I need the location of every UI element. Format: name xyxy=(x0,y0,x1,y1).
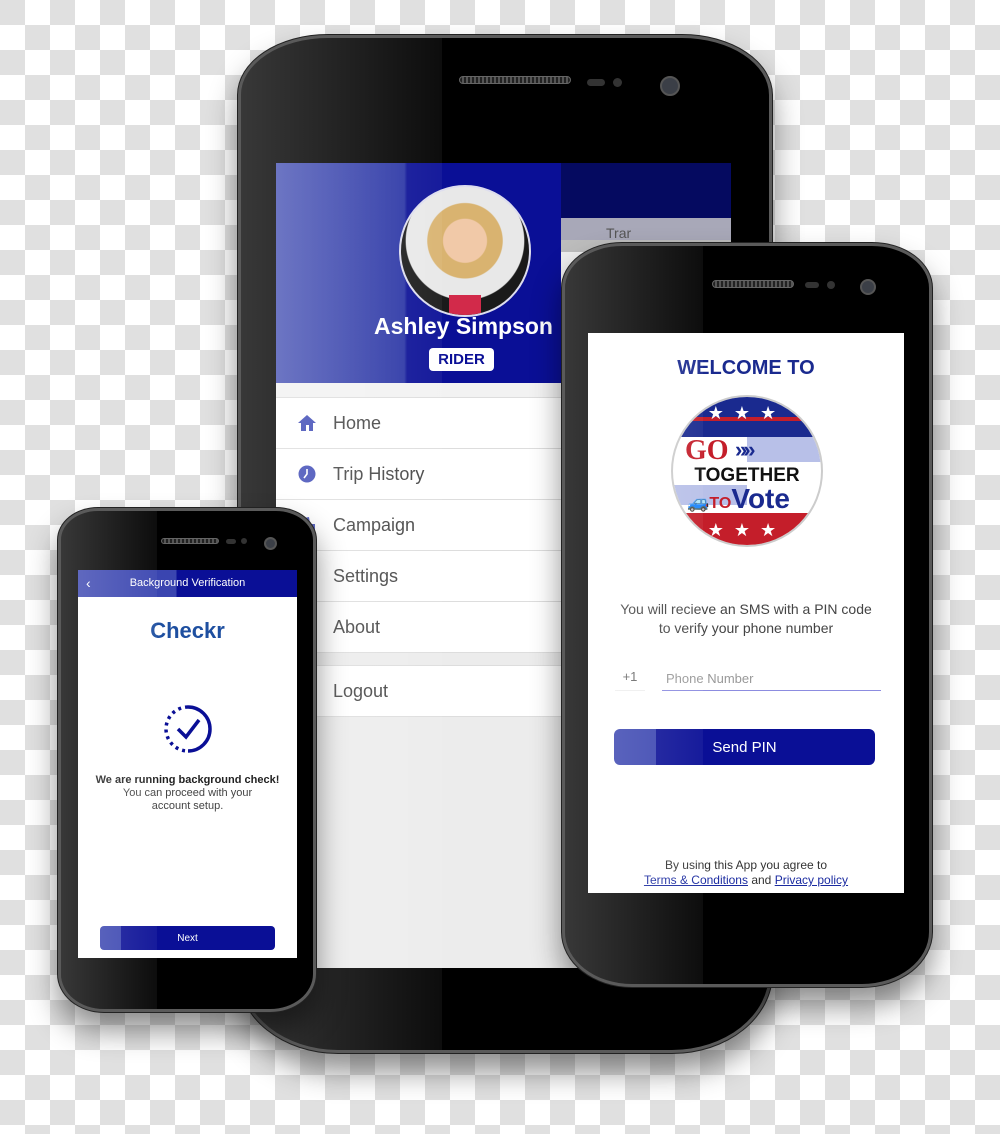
speaker-grille xyxy=(459,76,571,84)
front-camera xyxy=(264,537,277,550)
country-code-selector[interactable]: +1 xyxy=(615,666,645,691)
menu-item-trip-history[interactable]: Trip History xyxy=(276,449,561,500)
background-verification-screen: ‹ Background Verification Checkr We are … xyxy=(78,570,297,958)
back-chevron-icon[interactable]: ‹ xyxy=(86,570,91,597)
verification-phone-mockup: WELCOME TO ★★★ GO »» TOGETHER 🚙TOVote ★★… xyxy=(562,243,932,987)
front-camera xyxy=(660,76,680,96)
speaker-grille xyxy=(712,280,794,288)
menu-item-settings[interactable]: ⚙ Settings xyxy=(276,551,561,602)
terms-agreement: By using this App you agree to Terms & C… xyxy=(643,858,849,887)
clock-history-icon xyxy=(296,463,318,485)
screen-title: Background Verification xyxy=(129,577,246,589)
light-sensor xyxy=(241,538,247,544)
menu-item-home[interactable]: Home xyxy=(276,398,561,449)
chevrons-icon: »» xyxy=(735,437,756,462)
sms-instructions: You will recieve an SMS with a PIN code … xyxy=(620,601,872,636)
home-icon xyxy=(296,412,318,434)
behind-tab-text: Trar xyxy=(561,218,731,240)
stars-icon: ★★★ xyxy=(707,403,787,423)
light-sensor xyxy=(827,281,835,289)
phone-number-input[interactable] xyxy=(662,666,881,691)
stars-icon: ★★★ xyxy=(707,520,787,540)
user-name: Ashley Simpson xyxy=(374,313,553,339)
car-icon: 🚙 xyxy=(687,492,710,512)
menu-item-about[interactable]: About xyxy=(276,602,561,653)
terms-link[interactable]: Terms & Conditions xyxy=(644,873,748,887)
menu-item-campaign[interactable]: Campaign xyxy=(276,500,561,551)
navigation-drawer: Ashley Simpson RIDER Home Trip History C… xyxy=(276,163,561,968)
background-check-phone-mockup: ‹ Background Verification Checkr We are … xyxy=(58,508,316,1012)
checkr-logo: Checkr xyxy=(150,618,225,643)
speaker-grille xyxy=(161,538,219,544)
proximity-sensor xyxy=(805,282,819,288)
avatar[interactable] xyxy=(399,185,531,317)
role-badge: RIDER xyxy=(429,348,494,371)
send-pin-button[interactable]: Send PIN xyxy=(614,729,875,765)
proximity-sensor xyxy=(587,79,605,86)
privacy-link[interactable]: Privacy policy xyxy=(775,873,848,887)
go-together-to-vote-logo: ★★★ GO »» TOGETHER 🚙TOVote ★★★ xyxy=(671,395,823,547)
background-check-message: We are running background check! You can… xyxy=(95,774,280,812)
next-button[interactable]: Next xyxy=(100,926,275,950)
drawer-header: Ashley Simpson RIDER xyxy=(276,163,561,383)
dotted-check-icon xyxy=(164,705,212,753)
proximity-sensor xyxy=(226,539,236,544)
menu-item-logout[interactable]: Logout xyxy=(276,666,561,717)
drawer-menu: Home Trip History Campaign ⚙ Setting xyxy=(276,383,561,717)
front-camera xyxy=(860,279,876,295)
welcome-title: WELCOME TO xyxy=(677,357,815,379)
app-bar: ‹ Background Verification xyxy=(78,570,297,597)
light-sensor xyxy=(613,78,622,87)
phone-verification-screen: WELCOME TO ★★★ GO »» TOGETHER 🚙TOVote ★★… xyxy=(588,333,904,893)
